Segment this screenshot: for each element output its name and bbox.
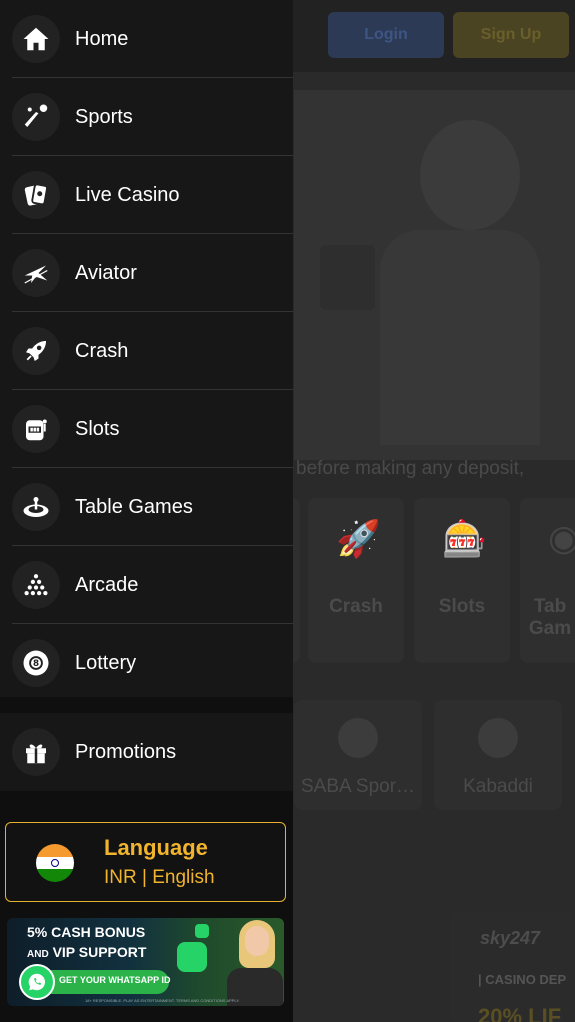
- menu-item-home[interactable]: Home: [0, 0, 293, 78]
- hero-phone: [320, 245, 375, 310]
- slot-machine-icon: [12, 405, 60, 453]
- menu-item-lottery[interactable]: 8 Lottery: [0, 624, 293, 702]
- banner-subline-text: VIP SUPPORT: [52, 944, 147, 960]
- promotions-label: Promotions: [75, 741, 177, 763]
- home-icon: [12, 15, 60, 63]
- menu-item-arcade[interactable]: Arcade: [0, 546, 293, 624]
- menu-item-label: Sports: [75, 106, 133, 128]
- whatsapp-icon: [19, 964, 55, 1000]
- hero-person-head: [420, 120, 520, 230]
- signup-button[interactable]: Sign Up: [453, 12, 569, 58]
- sport-icon: [338, 718, 378, 758]
- menu-item-aviator[interactable]: Aviator: [0, 234, 293, 312]
- roulette-icon: ◉: [548, 518, 575, 559]
- sport-label: Kabaddi: [463, 776, 533, 797]
- category-label: Crash: [329, 596, 383, 617]
- menu-item-live-casino[interactable]: Live Casino: [0, 156, 293, 234]
- category-card[interactable]: 🚀 Crash: [308, 498, 404, 663]
- roulette-icon: [12, 483, 60, 531]
- category-card[interactable]: ◉ Tab Gam: [520, 498, 575, 663]
- menu-item-label: Slots: [75, 418, 120, 440]
- hero-person-body: [380, 230, 540, 445]
- menu-item-crash[interactable]: Crash: [0, 312, 293, 390]
- menu-item-label: Live Casino: [75, 184, 180, 206]
- banner-cta-text: GET YOUR WHATSAPP ID: [59, 975, 171, 985]
- menu-item-label: Arcade: [75, 574, 139, 596]
- india-flag-icon: [36, 844, 74, 882]
- menu-item-label: Home: [75, 28, 129, 50]
- language-selector[interactable]: Language INR | English: [5, 822, 286, 902]
- banner-subline-prefix: AND: [27, 949, 49, 960]
- lottery-ball-icon: 8: [12, 639, 60, 687]
- aviator-icon: [12, 249, 60, 297]
- menu-item-label: Aviator: [75, 262, 137, 284]
- menu-item-table-games[interactable]: Table Games: [0, 468, 293, 546]
- sport-icon: [478, 718, 518, 758]
- banner-headline: 5% CASH BONUS: [27, 924, 146, 940]
- category-card[interactable]: 🎰 Slots: [414, 498, 510, 663]
- sports-icon: [12, 93, 60, 141]
- promo-line: | CASINO DEP: [478, 972, 567, 987]
- whatsapp-icon: [177, 942, 207, 972]
- whatsapp-promo-banner[interactable]: 5% CASH BONUS AND VIP SUPPORT GET YOUR W…: [7, 918, 284, 1006]
- menu-item-label: Table Games: [75, 496, 193, 518]
- sport-label: SABA Spor…: [300, 776, 416, 797]
- sport-card[interactable]: Kabaddi: [434, 700, 562, 810]
- playing-cards-icon: [12, 171, 60, 219]
- banner-fine-print: 18+ RESPONSIBLE. PLAY AS ENTERTAINMENT. …: [85, 998, 240, 1003]
- whatsapp-icon: [195, 924, 209, 938]
- banner-subline: AND VIP SUPPORT: [27, 944, 146, 960]
- announcement-ticker: before making any deposit,: [296, 458, 525, 479]
- gift-icon: [12, 728, 60, 776]
- promo-big-text: 20% LIF: [478, 1004, 562, 1022]
- language-value: INR | English: [104, 867, 215, 888]
- drawer-menu: Home Sports Live Casino Aviator Crash Sl…: [0, 0, 293, 697]
- promo-model-image: [217, 918, 284, 1006]
- sport-card[interactable]: SABA Spor…: [294, 700, 422, 810]
- menu-item-label: Lottery: [75, 652, 137, 674]
- category-label: Slots: [438, 596, 486, 617]
- arcade-icon: [12, 561, 60, 609]
- promo-brand: sky247: [480, 928, 541, 948]
- menu-item-promotions[interactable]: Promotions: [0, 713, 293, 791]
- side-drawer: Home Sports Live Casino Aviator Crash Sl…: [0, 0, 293, 1022]
- menu-item-slots[interactable]: Slots: [0, 390, 293, 468]
- slot-machine-icon: 🎰: [442, 519, 487, 560]
- login-button[interactable]: Login: [328, 12, 444, 58]
- casino-promo-card[interactable]: sky247 | CASINO DEP 20% LIF: [450, 912, 575, 1022]
- menu-item-sports[interactable]: Sports: [0, 78, 293, 156]
- rocket-icon: 🚀: [336, 519, 381, 560]
- app-page: Login Sign Up before making any deposit,…: [0, 0, 575, 1022]
- category-label: Tab Gam: [528, 596, 572, 639]
- sports-strip: SABA Spor… Kabaddi: [294, 700, 575, 810]
- menu-item-label: Crash: [75, 340, 129, 362]
- rocket-icon: [12, 327, 60, 375]
- svg-text:8: 8: [33, 659, 39, 669]
- category-strip: r 🚀 Crash 🎰 Slots ◉ Tab Gam: [204, 498, 575, 663]
- language-title: Language: [104, 835, 208, 860]
